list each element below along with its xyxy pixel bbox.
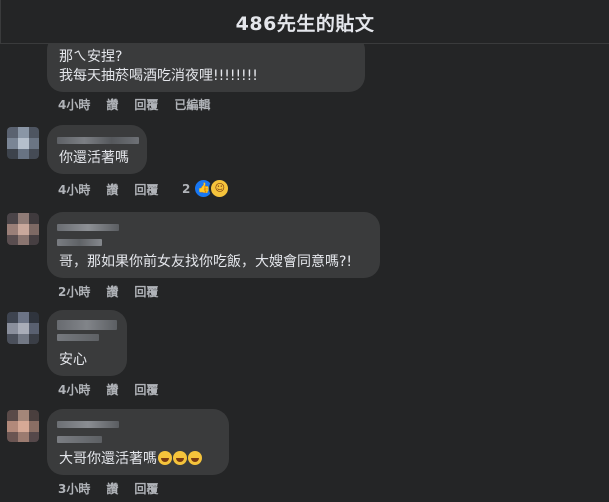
post-title: 486先生的貼文 [235, 13, 375, 35]
reply-button[interactable]: 回覆 [134, 381, 158, 398]
blurred-subtitle [57, 436, 102, 443]
comment-actions: 4小時讚回覆 已編輯 [58, 96, 226, 113]
comment-text: 那ㄟ安捏? [59, 49, 123, 65]
rofl-emoji [173, 451, 187, 465]
reply-button[interactable]: 回覆 [134, 283, 158, 300]
like-button[interactable]: 讚 [106, 96, 118, 113]
comment-time[interactable]: 2小時 [58, 283, 90, 300]
reaction-count: 2 [182, 181, 191, 196]
reply-button[interactable]: 回覆 [134, 181, 158, 198]
avatar[interactable] [7, 410, 39, 442]
comment-text-row: 大哥你還活著嗎 [59, 450, 217, 469]
comment-text: 哥，那如果你前女友找你吃飯，大嫂會同意嗎?! [59, 254, 353, 270]
comment-time[interactable]: 4小時 [58, 181, 90, 198]
comment-bubble: 你還活著嗎 [47, 125, 147, 174]
comment-text: 大哥你還活著嗎 [59, 451, 157, 467]
like-button[interactable]: 讚 [106, 381, 118, 398]
comment-text: 安心 [59, 352, 87, 368]
avatar[interactable] [7, 127, 39, 159]
comment-actions: 4小時讚回覆 [58, 181, 174, 198]
blurred-username [57, 421, 119, 428]
avatar[interactable] [7, 312, 39, 344]
avatar[interactable] [7, 213, 39, 245]
like-button[interactable]: 讚 [106, 181, 118, 198]
comment-bubble: 安心 [47, 310, 127, 376]
blurred-username [57, 224, 119, 231]
blurred-username [57, 320, 117, 330]
like-button[interactable]: 讚 [106, 480, 118, 497]
blurred-subtitle [57, 239, 102, 246]
haha-icon: ☺ [209, 178, 231, 199]
reply-button[interactable]: 回覆 [134, 96, 158, 113]
comment-text: 你還活著嗎 [59, 150, 129, 166]
reply-button[interactable]: 回覆 [134, 480, 158, 497]
comment-text: 我每天抽菸喝酒吃消夜哩!!!!!!!! [59, 68, 258, 84]
comment-actions: 3小時讚回覆 [58, 480, 174, 497]
rofl-emoji [158, 451, 172, 465]
like-button[interactable]: 讚 [106, 283, 118, 300]
rofl-emoji [188, 451, 202, 465]
edited-label: 已編輯 [174, 98, 211, 112]
comment-time[interactable]: 4小時 [58, 381, 90, 398]
reaction-summary[interactable]: 2 👍 ☺ [182, 178, 231, 199]
post-header: 486先生的貼文 [0, 0, 609, 44]
blurred-subtitle [57, 334, 99, 341]
comment-time[interactable]: 3小時 [58, 480, 90, 497]
comment-bubble: 大哥你還活著嗎 [47, 409, 229, 475]
comment-actions: 4小時讚回覆 [58, 381, 174, 398]
comment-time[interactable]: 4小時 [58, 96, 90, 113]
blurred-username [57, 137, 139, 144]
comment-bubble: 哥，那如果你前女友找你吃飯，大嫂會同意嗎?! [47, 212, 380, 278]
comment-actions: 2小時讚回覆 [58, 283, 174, 300]
